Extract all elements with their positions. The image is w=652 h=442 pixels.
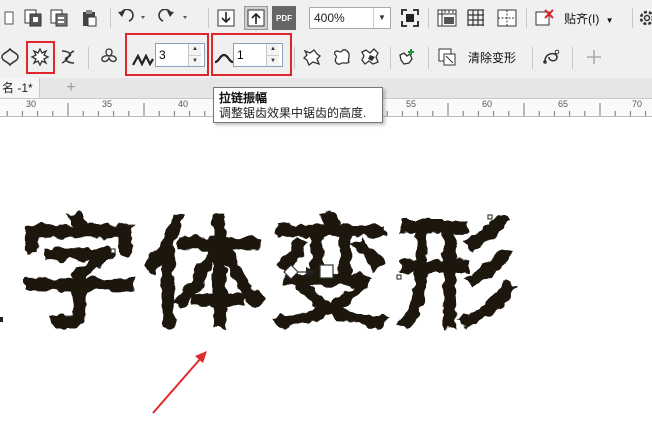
chevron-down-icon: ▼ [605, 16, 614, 25]
snap-off-icon[interactable] [534, 8, 556, 28]
spin-down-icon[interactable]: ▼ [189, 55, 201, 67]
document-tab-label: 名 -1* [2, 81, 33, 95]
ruler-label: 40 [178, 99, 189, 109]
zipper-frequency-stepper[interactable]: ▲ ▼ [233, 43, 283, 67]
separator [532, 47, 533, 69]
redo-icon[interactable] [158, 8, 192, 28]
separator [428, 47, 429, 69]
ruler-label: 35 [102, 99, 113, 109]
zipper-distortion-icon[interactable] [30, 47, 50, 67]
add-document-tab-button[interactable]: + [61, 78, 81, 98]
ruler-label: 60 [482, 99, 493, 109]
ruler-label: 55 [406, 99, 417, 109]
frequency-spin-arrows[interactable]: ▲ ▼ [266, 44, 279, 66]
chevron-down-icon: ▼ [373, 8, 390, 28]
separator [526, 8, 527, 28]
clear-distortion-label: 清除变形 [468, 51, 517, 65]
pdf-label: PDF [276, 13, 292, 23]
ruler-label: 70 [632, 99, 643, 109]
export-icon[interactable] [50, 8, 68, 28]
add-tab-label: + [66, 79, 76, 96]
separator [110, 8, 111, 28]
tooltip-title: 拉链振幅 [219, 91, 268, 105]
spin-down-icon[interactable]: ▼ [267, 55, 279, 67]
spin-up-icon[interactable]: ▲ [189, 44, 201, 55]
twister-distortion-icon[interactable] [58, 47, 78, 67]
undo-icon[interactable] [116, 8, 150, 28]
options-gear-icon[interactable] [638, 8, 652, 28]
zipper-amplitude-stepper[interactable]: ▲ ▼ [155, 43, 205, 67]
full-screen-icon[interactable] [400, 8, 420, 28]
separator [428, 8, 429, 28]
separator [88, 47, 89, 69]
annotation-arrow [152, 351, 207, 414]
spin-up-icon[interactable]: ▲ [267, 44, 279, 55]
guidelines-icon[interactable] [496, 8, 518, 28]
ruler-label: 30 [26, 99, 37, 109]
push-pull-distortion-icon[interactable] [0, 47, 20, 67]
document-tab[interactable]: 名 -1* [0, 78, 40, 98]
canvas-artwork: 字体变形 [0, 204, 522, 414]
smooth-distortion-icon[interactable] [332, 47, 352, 67]
clear-distortion-icon[interactable] [436, 47, 458, 67]
random-distortion-icon[interactable] [302, 47, 322, 67]
amplitude-spin-arrows[interactable]: ▲ ▼ [188, 44, 201, 66]
snap-to-menu[interactable]: 贴齐(I) ▼ [564, 10, 614, 27]
zipper-frequency-icon [214, 51, 234, 67]
zoom-level-dropdown[interactable]: 400% ▼ [309, 7, 391, 29]
node-handle[interactable] [487, 214, 493, 220]
snap-to-label: 贴齐(I) [564, 12, 600, 26]
zoom-level-value: 400% [314, 11, 345, 25]
ruler-label: 65 [558, 99, 569, 109]
separator [572, 47, 573, 69]
separator [294, 47, 295, 69]
node-handle[interactable] [0, 317, 3, 322]
standard-toolbar: PDF 400% ▼ 贴齐(I) ▼ [0, 0, 652, 37]
zipper-frequency-input[interactable] [234, 44, 266, 66]
grid-icon[interactable] [466, 8, 486, 28]
clear-distortion-button[interactable]: 清除变形 [468, 49, 516, 66]
distortion-center-icon[interactable] [98, 47, 120, 67]
distorted-text-object[interactable]: 字体变形 [18, 204, 522, 346]
publish-pdf-icon[interactable]: PDF [272, 6, 296, 30]
zipper-amplitude-input[interactable] [156, 44, 188, 66]
import-arrow-icon[interactable] [216, 8, 236, 28]
drawing-canvas[interactable]: 字体变形 [0, 117, 652, 442]
tooltip-description: 调整锯齿效果中锯齿的高度. [219, 106, 367, 120]
paste-icon[interactable] [80, 8, 98, 28]
zipper-amplitude-icon [132, 51, 154, 69]
copy-icon[interactable] [2, 8, 16, 28]
add-toolbar-item-icon[interactable] [584, 47, 604, 67]
node-handle[interactable] [396, 274, 402, 280]
local-distortion-icon[interactable] [360, 47, 380, 67]
convert-to-curves-icon[interactable] [540, 47, 562, 67]
amplitude-tooltip: 拉链振幅 调整锯齿效果中锯齿的高度. [213, 87, 383, 123]
separator [632, 8, 633, 28]
add-new-distortion-icon[interactable] [398, 47, 418, 67]
property-bar: ▲ ▼ ▲ ▼ 清除变形 [0, 36, 652, 79]
rulers-icon[interactable] [436, 8, 458, 28]
import-icon[interactable] [24, 8, 42, 28]
separator [208, 8, 209, 28]
export-arrow-icon[interactable] [244, 6, 268, 30]
node-handle[interactable] [110, 248, 116, 254]
separator [390, 47, 391, 69]
